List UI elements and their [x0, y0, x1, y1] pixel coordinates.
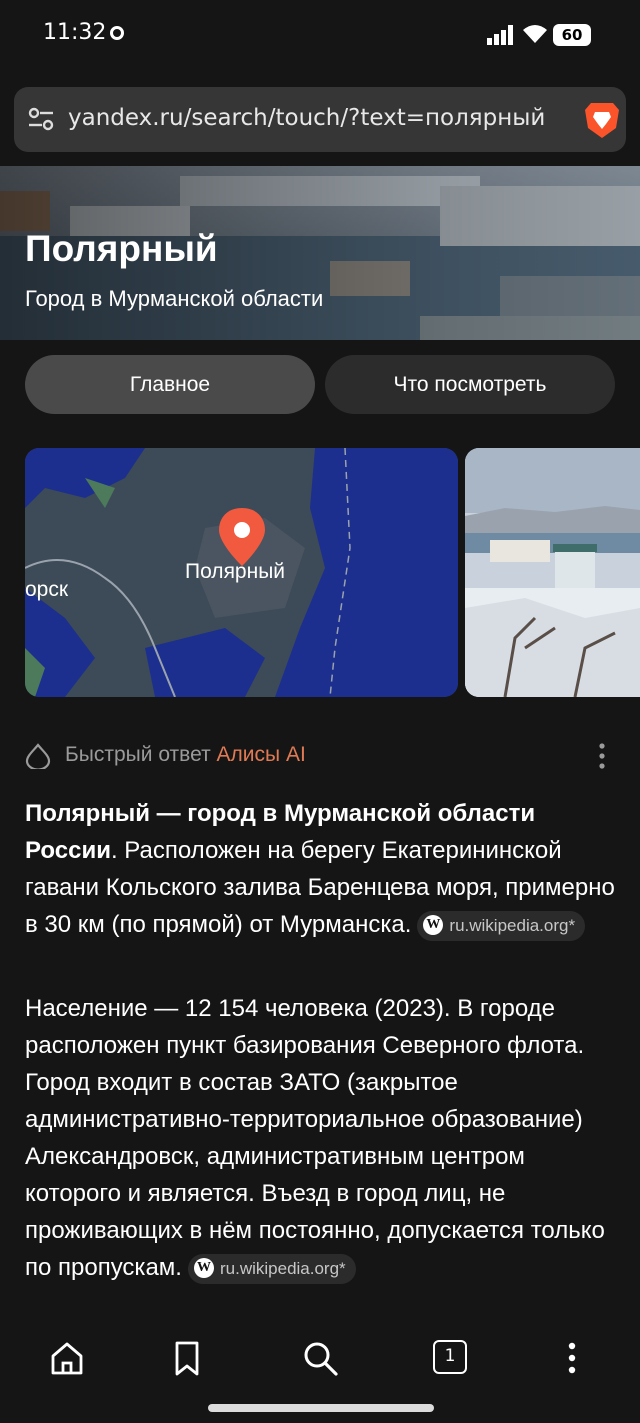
page-subtitle: Город в Мурманской области	[25, 286, 324, 311]
quick-answer-header: Быстрый ответ Алисы AI	[25, 741, 625, 771]
tabs-count-button[interactable]: 1	[433, 1340, 467, 1374]
alice-icon	[25, 743, 51, 769]
map-thumbnail[interactable]: Полярный орск	[25, 448, 458, 697]
answer-paragraph-2: Население — 12 154 человека (2023). В го…	[25, 990, 615, 1286]
battery-indicator: 60	[553, 24, 591, 46]
brave-shield-icon[interactable]	[583, 100, 621, 140]
site-settings-icon[interactable]	[28, 107, 54, 131]
answer-paragraph-1: Полярный — город в Мурманской области Ро…	[25, 795, 615, 943]
source-chip[interactable]: Wru.wikipedia.org*	[187, 1253, 356, 1284]
wikipedia-icon: W	[193, 1258, 214, 1279]
address-bar[interactable]: yandex.ru/search/touch/?text=полярный	[14, 87, 626, 152]
city-photo-graphic	[465, 448, 640, 697]
notification-icon	[110, 26, 124, 40]
wikipedia-icon: W	[423, 915, 444, 936]
alice-ai-brand: Алисы AI	[216, 743, 306, 766]
map-place-label: Полярный	[185, 560, 286, 583]
tab-main[interactable]: Главное	[25, 355, 315, 414]
status-bar: 11:32 60	[0, 0, 640, 70]
tab-what-to-see[interactable]: Что посмотреть	[325, 355, 615, 414]
map-pin-icon	[219, 508, 265, 566]
url-text[interactable]: yandex.ru/search/touch/?text=полярный	[68, 105, 565, 135]
more-icon[interactable]	[552, 1338, 592, 1378]
map-neighbor-label: орск	[25, 578, 69, 601]
status-time: 11:32	[43, 20, 107, 45]
page-title: Полярный	[25, 228, 218, 269]
hero-banner: Полярный Город в Мурманской области	[0, 166, 640, 340]
bookmark-icon[interactable]	[167, 1338, 207, 1378]
answer-menu-icon[interactable]	[590, 741, 614, 771]
home-icon[interactable]	[47, 1338, 87, 1378]
gesture-bar[interactable]	[208, 1404, 434, 1412]
quick-answer-label: Быстрый ответ Алисы AI	[65, 743, 306, 766]
signal-icon	[487, 25, 513, 45]
city-photo[interactable]	[465, 448, 640, 697]
wifi-icon	[523, 25, 547, 43]
search-icon[interactable]	[300, 1338, 340, 1378]
source-chip[interactable]: Wru.wikipedia.org*	[417, 910, 586, 941]
